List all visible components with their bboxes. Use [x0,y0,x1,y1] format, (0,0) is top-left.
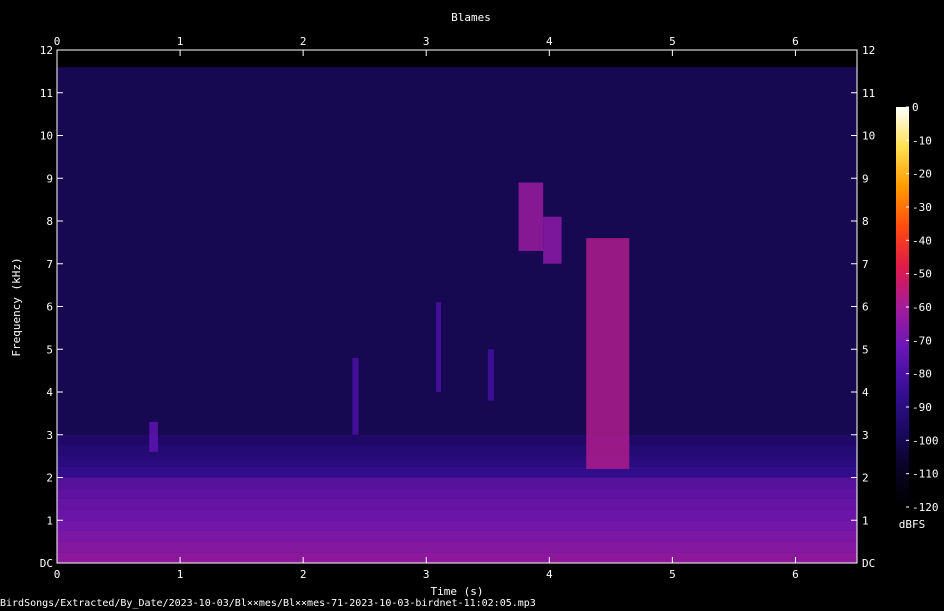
spectral-feature [149,421,158,452]
colorbar-tick-label: -30 [912,201,932,214]
spectral-feature [436,302,441,392]
colorbar-tick-label: -10 [912,134,932,147]
y-tick-label-left: 2 [46,472,53,485]
y-tick-label-left: 5 [46,343,53,356]
colorbar-tick-label: -120 [912,501,939,514]
y-tick-label-left: 11 [40,87,53,100]
file-path-caption: BirdSongs/Extracted/By_Date/2023-10-03/B… [0,598,536,609]
x-tick-label-bottom: 2 [300,568,307,581]
colorbar-tick-label: 0 [912,101,919,114]
y-tick-label-right: 6 [862,301,869,314]
chart-title: Blames [451,11,491,24]
y-tick-label-left: 1 [46,514,53,527]
colorbar-tick-label: -100 [912,434,939,447]
y-tick-label-left: 3 [46,429,53,442]
y-tick-label-right: 8 [862,215,869,228]
x-tick-label-bottom: 3 [423,568,430,581]
x-tick-label-top: 6 [792,35,799,48]
y-tick-label-left: DC [40,557,53,570]
x-tick-label-bottom: 5 [669,568,676,581]
y-tick-label-right: 5 [862,343,869,356]
y-tick-label-left: 12 [40,44,53,57]
y-tick-label-left: 6 [46,301,53,314]
colorbar-tick-label: -110 [912,468,939,481]
x-tick-label-top: 4 [546,35,553,48]
low-frequency-energy-band [57,456,857,467]
y-tick-label-left: 9 [46,172,53,185]
y-tick-label-right: 9 [862,172,869,185]
y-tick-label-right: 4 [862,386,869,399]
y-tick-label-left: 4 [46,386,53,399]
low-frequency-energy-band [57,445,857,457]
spectral-feature [543,216,562,264]
colorbar-tick-label: -60 [912,301,932,314]
y-tick-label-right: 3 [862,429,869,442]
spectral-feature [518,182,544,251]
colorbar-tick-label: -80 [912,368,932,381]
x-tick-label-top: 1 [177,35,184,48]
spectral-feature [586,238,630,469]
x-tick-label-top: 3 [423,35,430,48]
x-tick-label-top: 2 [300,35,307,48]
y-tick-label-right: 2 [862,472,869,485]
colorbar-tick-label: -50 [912,268,932,281]
y-tick-label-right: DC [862,557,875,570]
colorbar-tick-label: -40 [912,234,932,247]
x-tick-label-bottom: 4 [546,568,553,581]
y-tick-label-left: 10 [40,130,53,143]
y-tick-label-right: 11 [862,87,875,100]
y-tick-label-left: 8 [46,215,53,228]
x-tick-label-bottom: 6 [792,568,799,581]
colorbar: 0 -10 -20 -30 -40 -50 -60 -70 -80 -90 -100 -110 -120 [896,101,939,514]
low-frequency-energy-band [57,466,857,478]
x-tick-label-top: 0 [54,35,61,48]
spectral-feature [487,349,494,401]
y-tick-label-right: 10 [862,130,875,143]
y-tick-label-left: 7 [46,258,53,271]
y-axis-label: Frequency (kHz) [10,257,23,356]
spectral-feature [352,357,359,435]
spectrogram-chart: Blames 00112233445566DC DC1 12 23 34 45 56 67 78… [10,11,939,598]
y-tick-label-right: 12 [862,44,875,57]
colorbar-tick-label: -90 [912,401,932,414]
x-tick-label-bottom: 1 [177,568,184,581]
x-tick-label-bottom: 0 [54,568,61,581]
colorbar-tick-label: -20 [912,168,932,181]
colorbar-tick-label: -70 [912,334,932,347]
x-tick-label-top: 5 [669,35,676,48]
low-frequency-energy-band [57,434,857,446]
spectral-feature [57,477,857,563]
y-tick-label-right: 7 [862,258,869,271]
y-tick-label-right: 1 [862,514,869,527]
plot-area [57,50,857,563]
colorbar-label: dBFS [899,518,926,531]
